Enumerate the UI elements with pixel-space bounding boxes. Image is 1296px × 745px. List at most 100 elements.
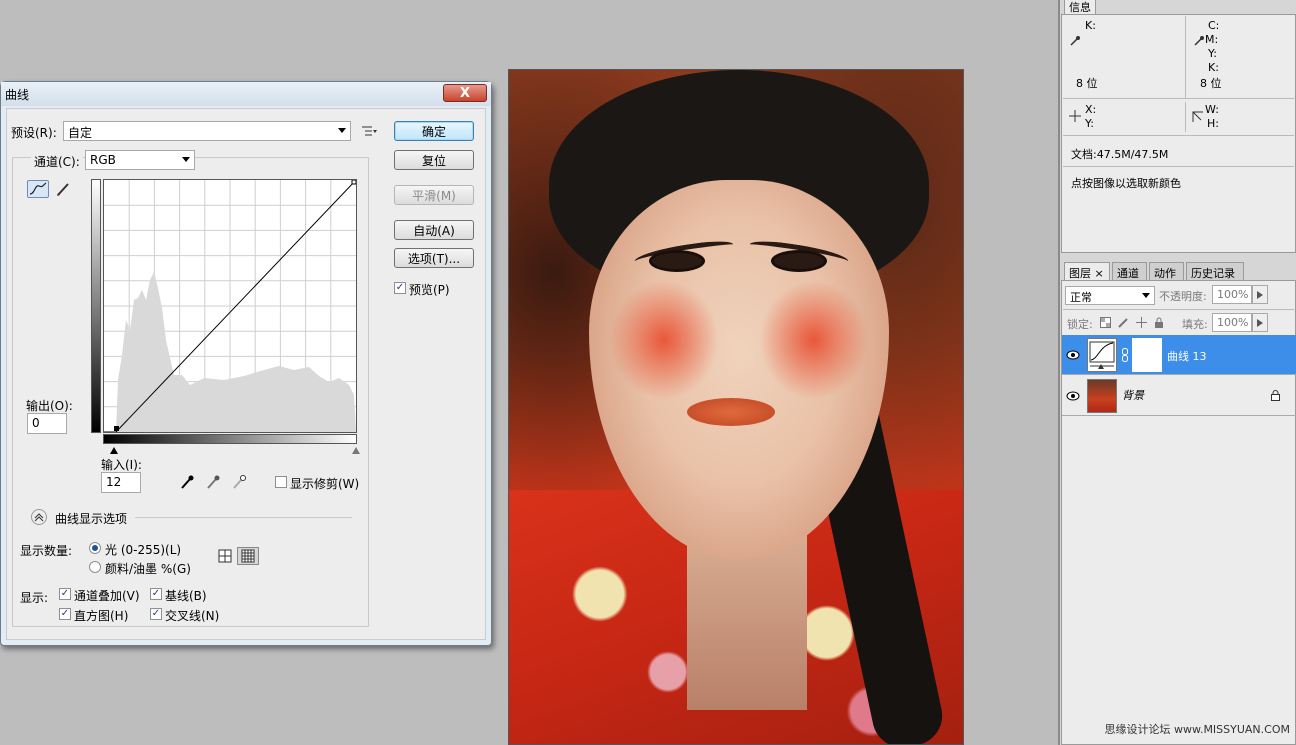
baseline-checkbox[interactable]: ✓: [150, 588, 162, 600]
blend-mode-select[interactable]: 正常: [1065, 286, 1155, 305]
info-bit-left: 8 位: [1076, 77, 1098, 90]
opacity-slider-icon[interactable]: [1252, 285, 1268, 304]
divider: [1063, 98, 1294, 99]
reset-button[interactable]: 复位: [394, 150, 474, 170]
fill-slider-icon[interactable]: [1252, 313, 1268, 332]
lock-position-icon[interactable]: [1134, 313, 1148, 331]
auto-button[interactable]: 自动(A): [394, 220, 474, 240]
black-point-slider[interactable]: [110, 447, 118, 454]
collapse-options-icon[interactable]: [31, 509, 47, 525]
info-doc-size: 文档:47.5M/47.5M: [1071, 148, 1169, 161]
opacity-label: 不透明度:: [1159, 290, 1207, 303]
tab-history[interactable]: 历史记录: [1186, 262, 1244, 280]
simple-grid-icon[interactable]: [214, 547, 236, 565]
input-field[interactable]: 12: [101, 472, 141, 493]
info-h-label: H:: [1207, 117, 1219, 130]
fill-field[interactable]: 100%: [1212, 313, 1252, 332]
info-k-label: K:: [1085, 19, 1096, 32]
opacity-field[interactable]: 100%: [1212, 285, 1252, 304]
show-clipping-label: 显示修剪(W): [290, 477, 360, 491]
preset-menu-icon[interactable]: [358, 122, 380, 140]
document-image[interactable]: [508, 69, 964, 745]
layer-name[interactable]: 背景: [1122, 387, 1144, 403]
preview-label: 预览(P): [409, 283, 450, 297]
black-eyedropper-icon[interactable]: [176, 473, 198, 491]
white-eyedropper-icon[interactable]: [228, 473, 250, 491]
preset-select[interactable]: 自定: [63, 121, 351, 141]
smooth-button[interactable]: 平滑(M): [394, 185, 474, 205]
tab-actions[interactable]: 动作: [1149, 262, 1184, 280]
options-button[interactable]: 选项(T)...: [394, 248, 474, 268]
dialog-title: 曲线: [5, 87, 30, 102]
histogram-checkbox[interactable]: ✓: [59, 608, 71, 620]
lock-transparent-icon[interactable]: [1098, 313, 1112, 331]
pencil-icon[interactable]: [52, 180, 74, 198]
histogram-label: 直方图(H): [74, 609, 129, 623]
radio-light[interactable]: [89, 542, 101, 554]
preset-label: 预设(R):: [11, 126, 57, 140]
curve-tool-icon[interactable]: [27, 180, 49, 198]
eyedropper-icon: [1064, 32, 1086, 50]
curve-graph[interactable]: [103, 179, 357, 433]
ok-button[interactable]: 确定: [394, 121, 474, 141]
tab-layers[interactable]: 图层 ×: [1064, 262, 1110, 280]
intersection-checkbox[interactable]: ✓: [150, 608, 162, 620]
layer-row-curves[interactable]: 曲线 13: [1062, 335, 1296, 375]
intersection-label: 交叉线(N): [165, 609, 220, 623]
output-gradient-bar: [91, 179, 101, 433]
tab-actions-label: 动作: [1154, 267, 1176, 280]
show-label: 显示:: [20, 591, 49, 605]
input-label: 输入(I):: [101, 458, 142, 472]
dialog-titlebar[interactable]: 曲线: [1, 82, 491, 106]
channel-value: RGB: [90, 153, 116, 167]
lock-all-icon[interactable]: [1152, 313, 1166, 331]
lock-icon: [1268, 386, 1282, 404]
link-icon: [1120, 346, 1130, 364]
image-blush-right: [759, 280, 869, 400]
white-point-slider[interactable]: [352, 447, 360, 454]
curves-adjustment-icon: [1087, 338, 1117, 372]
image-mouth: [687, 398, 775, 426]
channel-overlay-checkbox[interactable]: ✓: [59, 588, 71, 600]
layer-row-background[interactable]: 背景: [1062, 376, 1296, 416]
info-k2-label: K:: [1208, 61, 1219, 74]
lock-pixels-icon[interactable]: [1116, 313, 1130, 331]
tab-channels[interactable]: 通道: [1112, 262, 1147, 280]
info-y2-label: Y:: [1085, 117, 1094, 130]
gray-eyedropper-icon[interactable]: [202, 473, 224, 491]
detailed-grid-icon[interactable]: [237, 547, 259, 565]
curve-point-black[interactable]: [114, 426, 119, 431]
show-clipping-checkbox[interactable]: [275, 476, 287, 488]
eye-icon[interactable]: [1064, 346, 1082, 364]
radio-pigment[interactable]: [89, 561, 101, 573]
close-button[interactable]: X: [443, 84, 487, 102]
show-amount-label: 显示数量:: [20, 544, 73, 558]
tab-history-label: 历史记录: [1191, 267, 1235, 280]
divider: [135, 517, 352, 518]
tab-layers-label: 图层: [1069, 267, 1091, 280]
close-icon[interactable]: ×: [1095, 267, 1104, 280]
output-field[interactable]: 0: [27, 413, 67, 434]
chevron-down-icon: [182, 157, 190, 162]
output-label: 输出(O):: [26, 399, 73, 413]
preset-value: 自定: [68, 126, 93, 140]
divider: [1063, 309, 1294, 310]
fill-label: 填充:: [1182, 318, 1208, 331]
preview-checkbox[interactable]: ✓: [394, 282, 406, 294]
eye-icon[interactable]: [1064, 387, 1082, 405]
channel-select[interactable]: RGB: [85, 150, 195, 170]
layer-mask-thumbnail[interactable]: [1132, 338, 1162, 372]
info-bit-right: 8 位: [1200, 77, 1222, 90]
layer-name[interactable]: 曲线 13: [1167, 348, 1207, 364]
radio-light-label: 光 (0-255)(L): [105, 543, 182, 557]
channel-overlay-label: 通道叠加(V): [74, 589, 140, 603]
divider: [1063, 135, 1294, 136]
watermark: 思缘设计论坛 www.MISSYUAN.COM: [1104, 723, 1290, 736]
curve-point-white[interactable]: [351, 180, 356, 185]
crosshair-icon: [1064, 107, 1086, 125]
info-c-label: C:: [1208, 19, 1220, 32]
divider: [1063, 166, 1294, 167]
info-x-label: X:: [1085, 103, 1097, 116]
tab-info[interactable]: 信息: [1064, 0, 1096, 14]
tab-channels-label: 通道: [1117, 267, 1139, 280]
